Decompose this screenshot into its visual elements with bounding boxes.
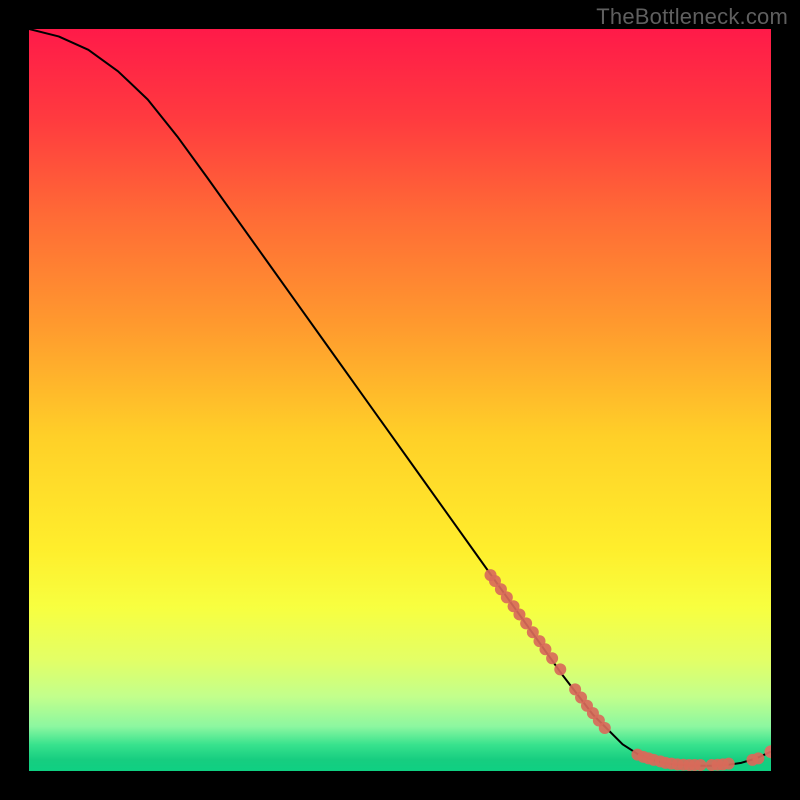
data-point bbox=[546, 652, 558, 664]
data-point bbox=[752, 752, 764, 764]
chart-frame: TheBottleneck.com bbox=[0, 0, 800, 800]
data-point bbox=[695, 759, 707, 771]
data-point bbox=[723, 758, 735, 770]
chart-plot bbox=[29, 29, 771, 771]
chart-svg bbox=[29, 29, 771, 771]
watermark-text: TheBottleneck.com bbox=[596, 4, 788, 30]
data-point bbox=[599, 722, 611, 734]
data-point bbox=[554, 663, 566, 675]
gradient-background bbox=[29, 29, 771, 771]
